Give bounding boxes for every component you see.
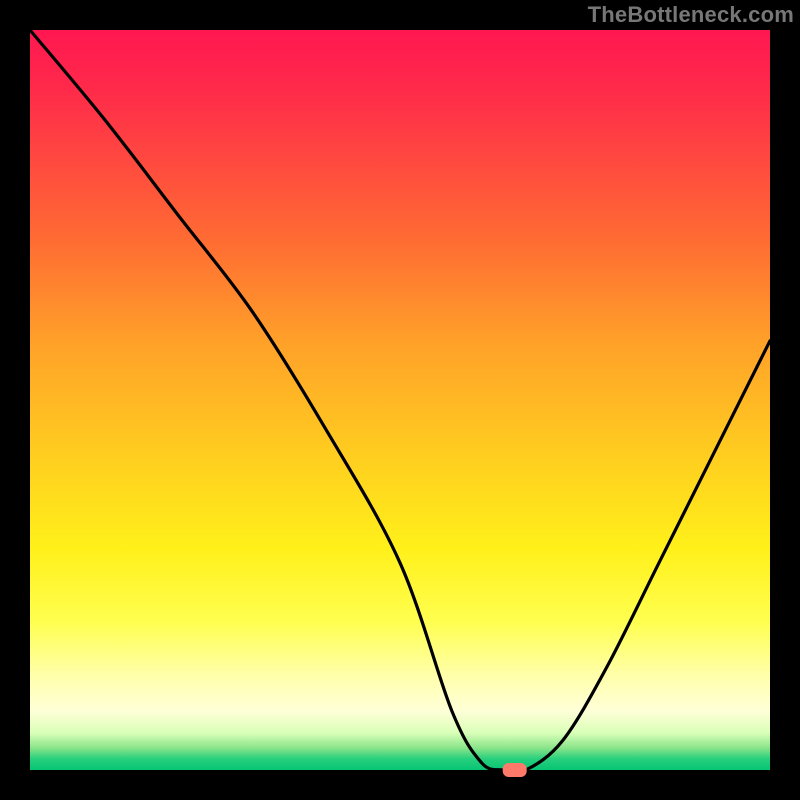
curve-layer (30, 30, 770, 770)
chart-container: TheBottleneck.com (0, 0, 800, 800)
optimum-marker (503, 763, 527, 777)
attribution-text: TheBottleneck.com (588, 2, 794, 28)
bottleneck-curve (30, 30, 770, 772)
plot-area (30, 30, 770, 770)
